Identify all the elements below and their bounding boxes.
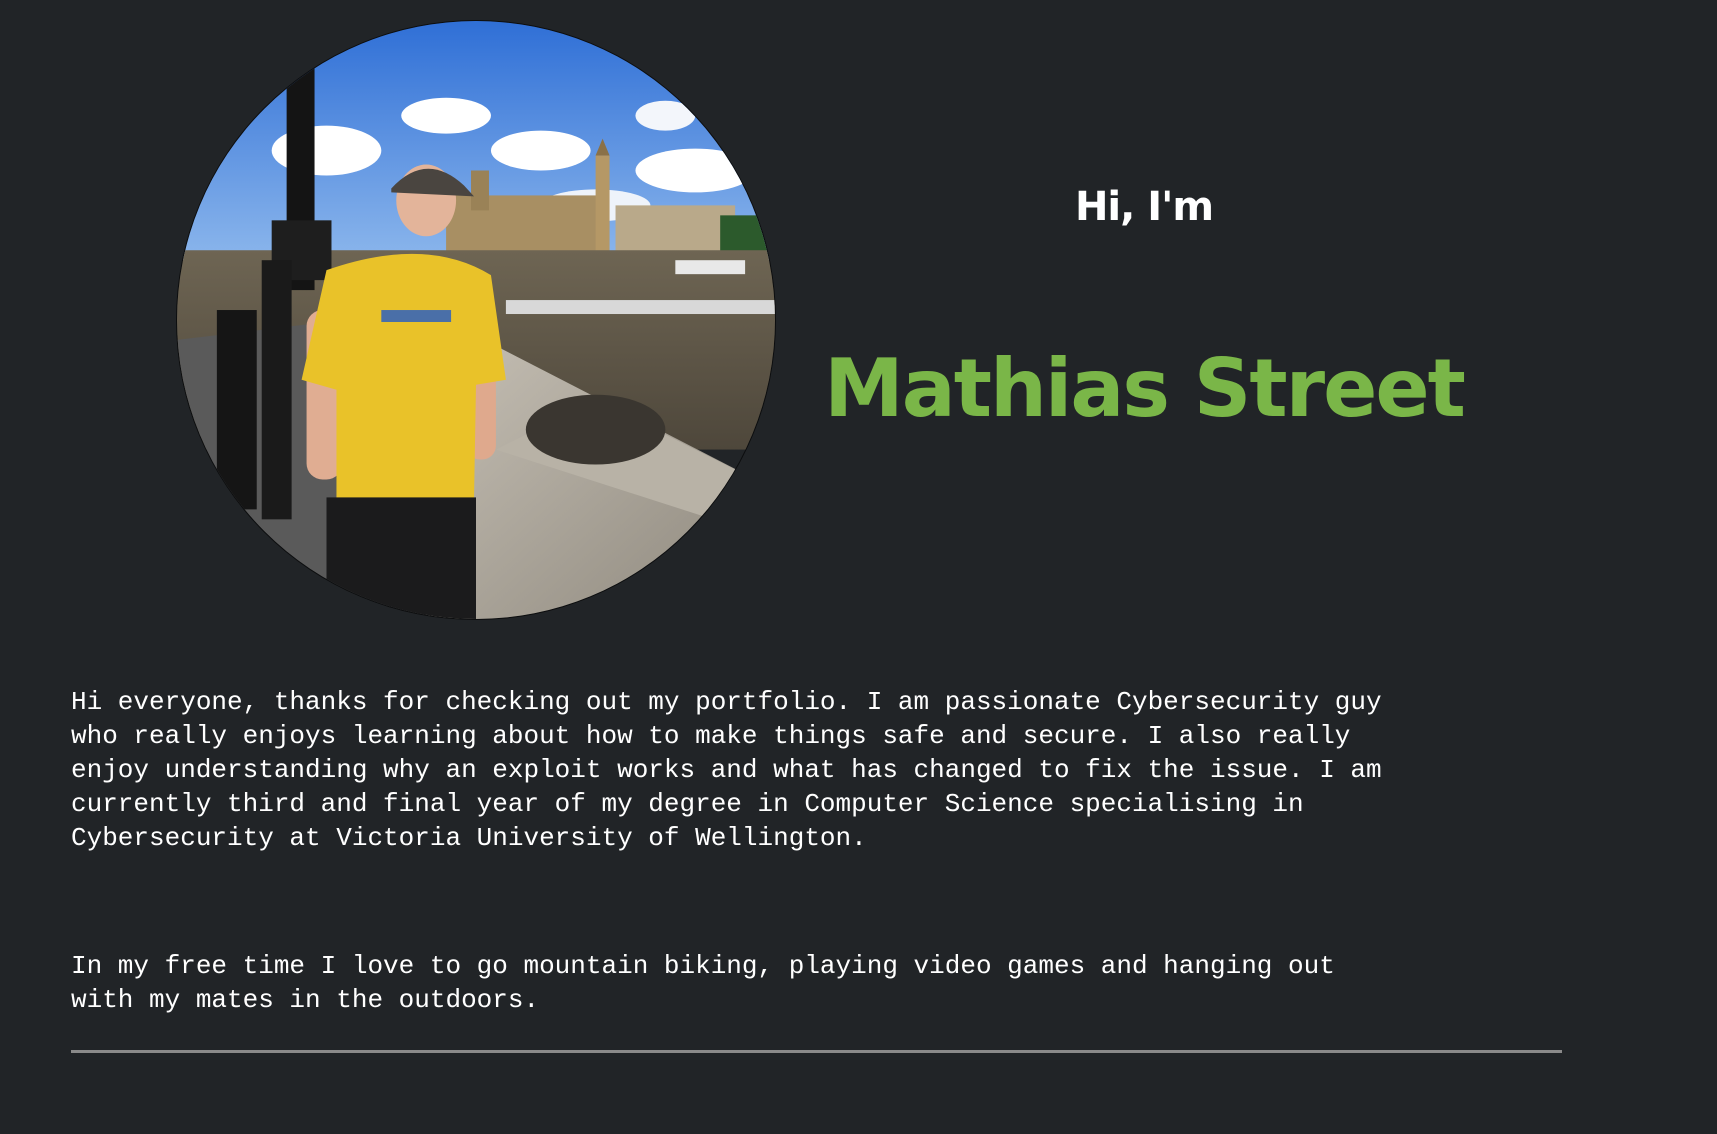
about-line: Cybersecurity at Victoria University of …	[71, 823, 867, 853]
about-line: with my mates in the outdoors.	[71, 985, 540, 1015]
about-section: Hi everyone, thanks for checking out my …	[71, 685, 1591, 1015]
about-line: currently third and final year of my deg…	[71, 789, 1304, 819]
section-divider	[71, 1050, 1562, 1053]
profile-photo	[177, 21, 775, 619]
greeting-text: Hi, I'm	[1074, 184, 1214, 230]
about-line: In my free time I love to go mountain bi…	[71, 951, 1335, 981]
about-paragraph-2: In my free time I love to go mountain bi…	[71, 949, 1591, 1017]
about-paragraph-1: Hi everyone, thanks for checking out my …	[71, 685, 1591, 855]
about-line: Hi everyone, thanks for checking out my …	[71, 687, 1382, 717]
profile-photo-image	[177, 21, 775, 619]
name-heading: Mathias Street	[824, 342, 1466, 435]
about-line: enjoy understanding why an exploit works…	[71, 755, 1382, 785]
about-line: who really enjoys learning about how to …	[71, 721, 1351, 751]
